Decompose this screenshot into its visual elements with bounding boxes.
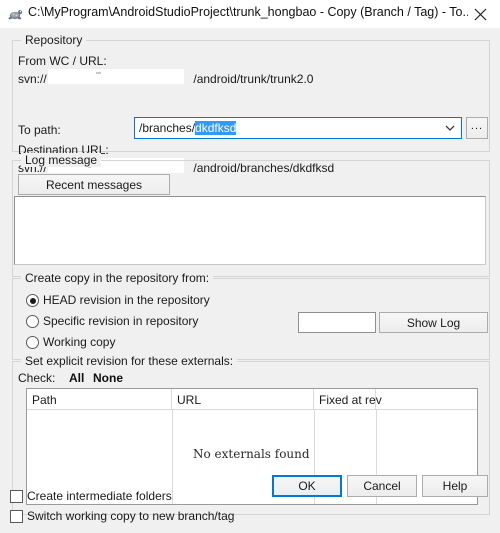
check-label: Check: xyxy=(18,371,56,385)
radio-specific-revision-indicator[interactable] xyxy=(26,315,39,328)
browse-button[interactable]: ... xyxy=(466,117,488,139)
to-path-label: To path: xyxy=(18,123,61,137)
checkbox-switch-working-copy-box[interactable] xyxy=(10,510,23,523)
create-copy-group-label: Create copy in the repository from: xyxy=(21,271,214,285)
chevron-down-icon[interactable] xyxy=(439,118,461,138)
listview-divider-path-url xyxy=(172,410,173,504)
radio-specific-revision-label: Specific revision in repository xyxy=(43,314,199,328)
close-icon[interactable] xyxy=(468,3,494,25)
checkbox-create-intermediate-folders-box[interactable] xyxy=(10,490,23,503)
column-header-spacer xyxy=(376,389,477,409)
repository-group-label: Repository xyxy=(21,33,87,47)
show-log-button[interactable]: Show Log xyxy=(379,312,488,333)
check-none-link[interactable]: None xyxy=(93,371,123,385)
tortoisesvn-turtle-icon xyxy=(7,6,23,22)
externals-header-row: Path URL Fixed at rev xyxy=(27,389,477,410)
externals-empty-message: No externals found xyxy=(193,447,310,461)
column-header-path[interactable]: Path xyxy=(27,389,172,409)
radio-working-copy-indicator[interactable] xyxy=(26,336,39,349)
dialog-body: Repository From WC / URL: svn:// /androi… xyxy=(0,28,500,533)
to-path-selected-text: dkdfksd xyxy=(195,121,237,135)
radio-working-copy-label: Working copy xyxy=(43,335,116,349)
to-path-combobox[interactable]: /branches/dkdfksd xyxy=(134,117,462,139)
to-path-prefix: /branches/ xyxy=(139,121,196,135)
from-url-scheme: svn:// xyxy=(18,72,47,86)
check-all-link[interactable]: All xyxy=(69,371,84,385)
title-bar: C:\MyProgram\AndroidStudioProject\trunk_… xyxy=(0,0,500,29)
radio-head-revision-indicator[interactable] xyxy=(26,294,39,307)
help-button[interactable]: Help xyxy=(422,475,488,497)
from-url-redaction-smudge xyxy=(96,72,101,74)
window-title: C:\MyProgram\AndroidStudioProject\trunk_… xyxy=(28,5,468,19)
recent-messages-button[interactable]: Recent messages xyxy=(18,174,170,195)
to-path-input[interactable]: /branches/dkdfksd xyxy=(139,121,237,135)
checkbox-create-intermediate-folders-label: Create intermediate folders xyxy=(27,489,172,503)
from-url-redaction xyxy=(48,69,184,84)
from-wc-url-label: From WC / URL: xyxy=(18,54,107,68)
checkbox-switch-working-copy-label: Switch working copy to new branch/tag xyxy=(27,509,235,523)
from-url-path: /android/trunk/trunk2.0 xyxy=(193,72,314,86)
cancel-button[interactable]: Cancel xyxy=(347,475,417,497)
column-header-fixed-at-rev[interactable]: Fixed at rev xyxy=(314,389,382,409)
revision-input[interactable] xyxy=(298,312,376,333)
log-message-textarea[interactable] xyxy=(14,196,486,265)
radio-head-revision-label: HEAD revision in the repository xyxy=(43,293,210,307)
log-message-group-label: Log message xyxy=(21,153,102,167)
externals-group-label: Set explicit revision for these external… xyxy=(21,354,238,368)
ok-button[interactable]: OK xyxy=(272,475,342,497)
column-header-url[interactable]: URL xyxy=(172,389,314,409)
